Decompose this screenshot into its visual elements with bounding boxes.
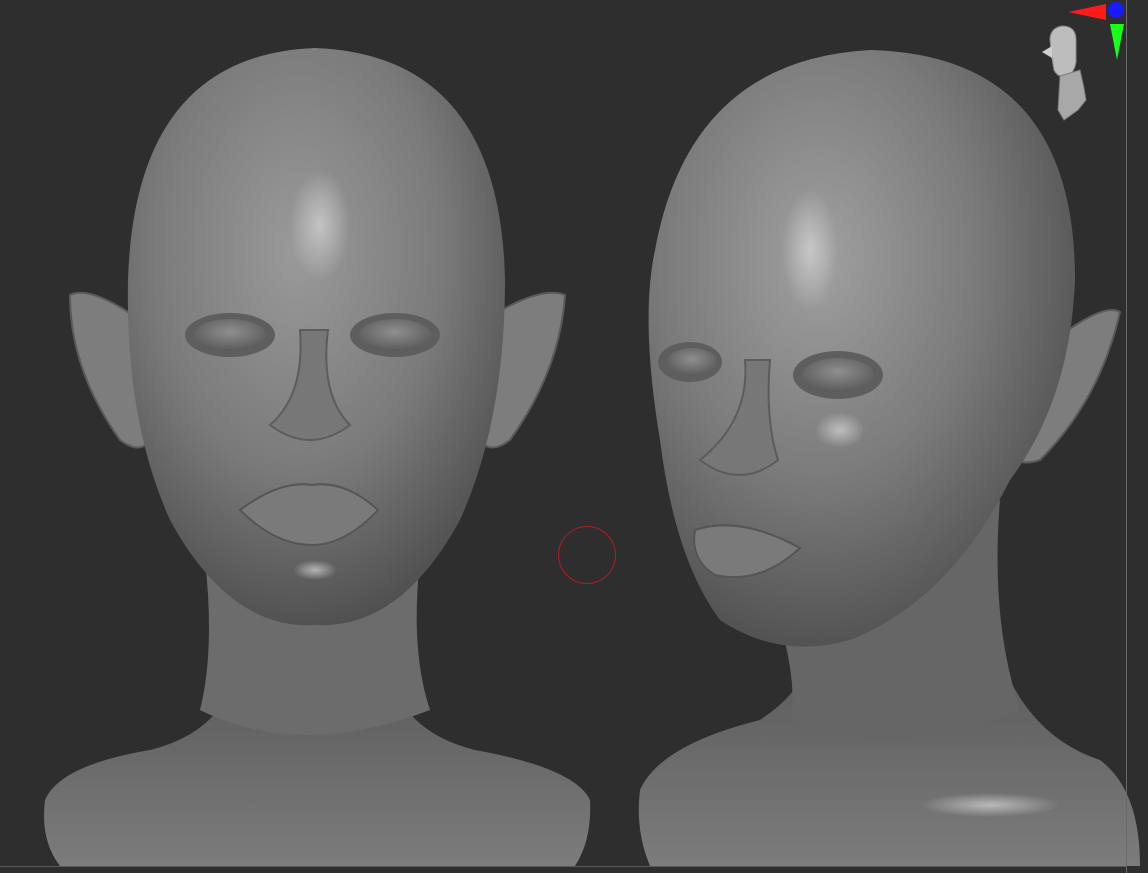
- side-cheek-highlight: [815, 412, 865, 448]
- front-forehead-highlight: [290, 170, 350, 280]
- front-eyeball-right: [359, 319, 431, 351]
- navigation-gizmo[interactable]: [1020, 0, 1128, 130]
- x-axis-arrow-icon[interactable]: [1068, 4, 1106, 20]
- sculpt-viewport[interactable]: [0, 0, 1148, 873]
- side-eyeball-left: [667, 348, 717, 376]
- side-eyeball-right: [802, 358, 874, 392]
- front-chin-highlight: [293, 560, 337, 580]
- three-quarter-head-model[interactable]: [638, 50, 1140, 866]
- head-icon[interactable]: [1042, 25, 1087, 121]
- side-shoulder-highlight: [920, 793, 1060, 817]
- y-axis-arrow-icon[interactable]: [1110, 24, 1124, 60]
- front-head-model[interactable]: [44, 48, 591, 866]
- z-axis-dot-icon[interactable]: [1108, 2, 1124, 18]
- front-eyeball-left: [194, 319, 266, 351]
- viewport-edge: [1126, 0, 1127, 873]
- viewport-bottom-edge: [0, 866, 1127, 867]
- document-canvas[interactable]: [0, 0, 1148, 873]
- side-forehead-highlight: [782, 190, 838, 310]
